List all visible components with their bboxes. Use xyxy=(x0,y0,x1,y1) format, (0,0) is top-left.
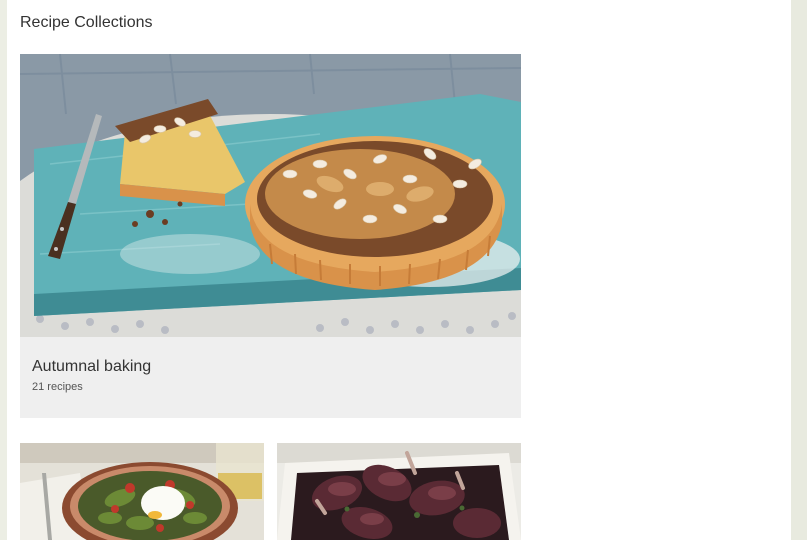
recipe-collections-panel: Recipe Collections Autumnal baking 21 re… xyxy=(7,0,791,540)
collection-card-salad[interactable] xyxy=(20,443,264,540)
poached-egg-salad-image[interactable] xyxy=(20,443,264,540)
collection-card-lamb[interactable] xyxy=(277,443,521,540)
page-margin xyxy=(791,0,807,540)
recipe-count: 21 recipes xyxy=(32,381,83,393)
collection-card-featured[interactable]: Autumnal baking 21 recipes xyxy=(20,54,521,418)
roast-lamb-shanks-image[interactable] xyxy=(277,443,521,540)
pear-almond-tart-image[interactable] xyxy=(20,54,521,337)
collection-title[interactable]: Autumnal baking xyxy=(32,358,151,376)
section-title: Recipe Collections xyxy=(20,14,153,31)
